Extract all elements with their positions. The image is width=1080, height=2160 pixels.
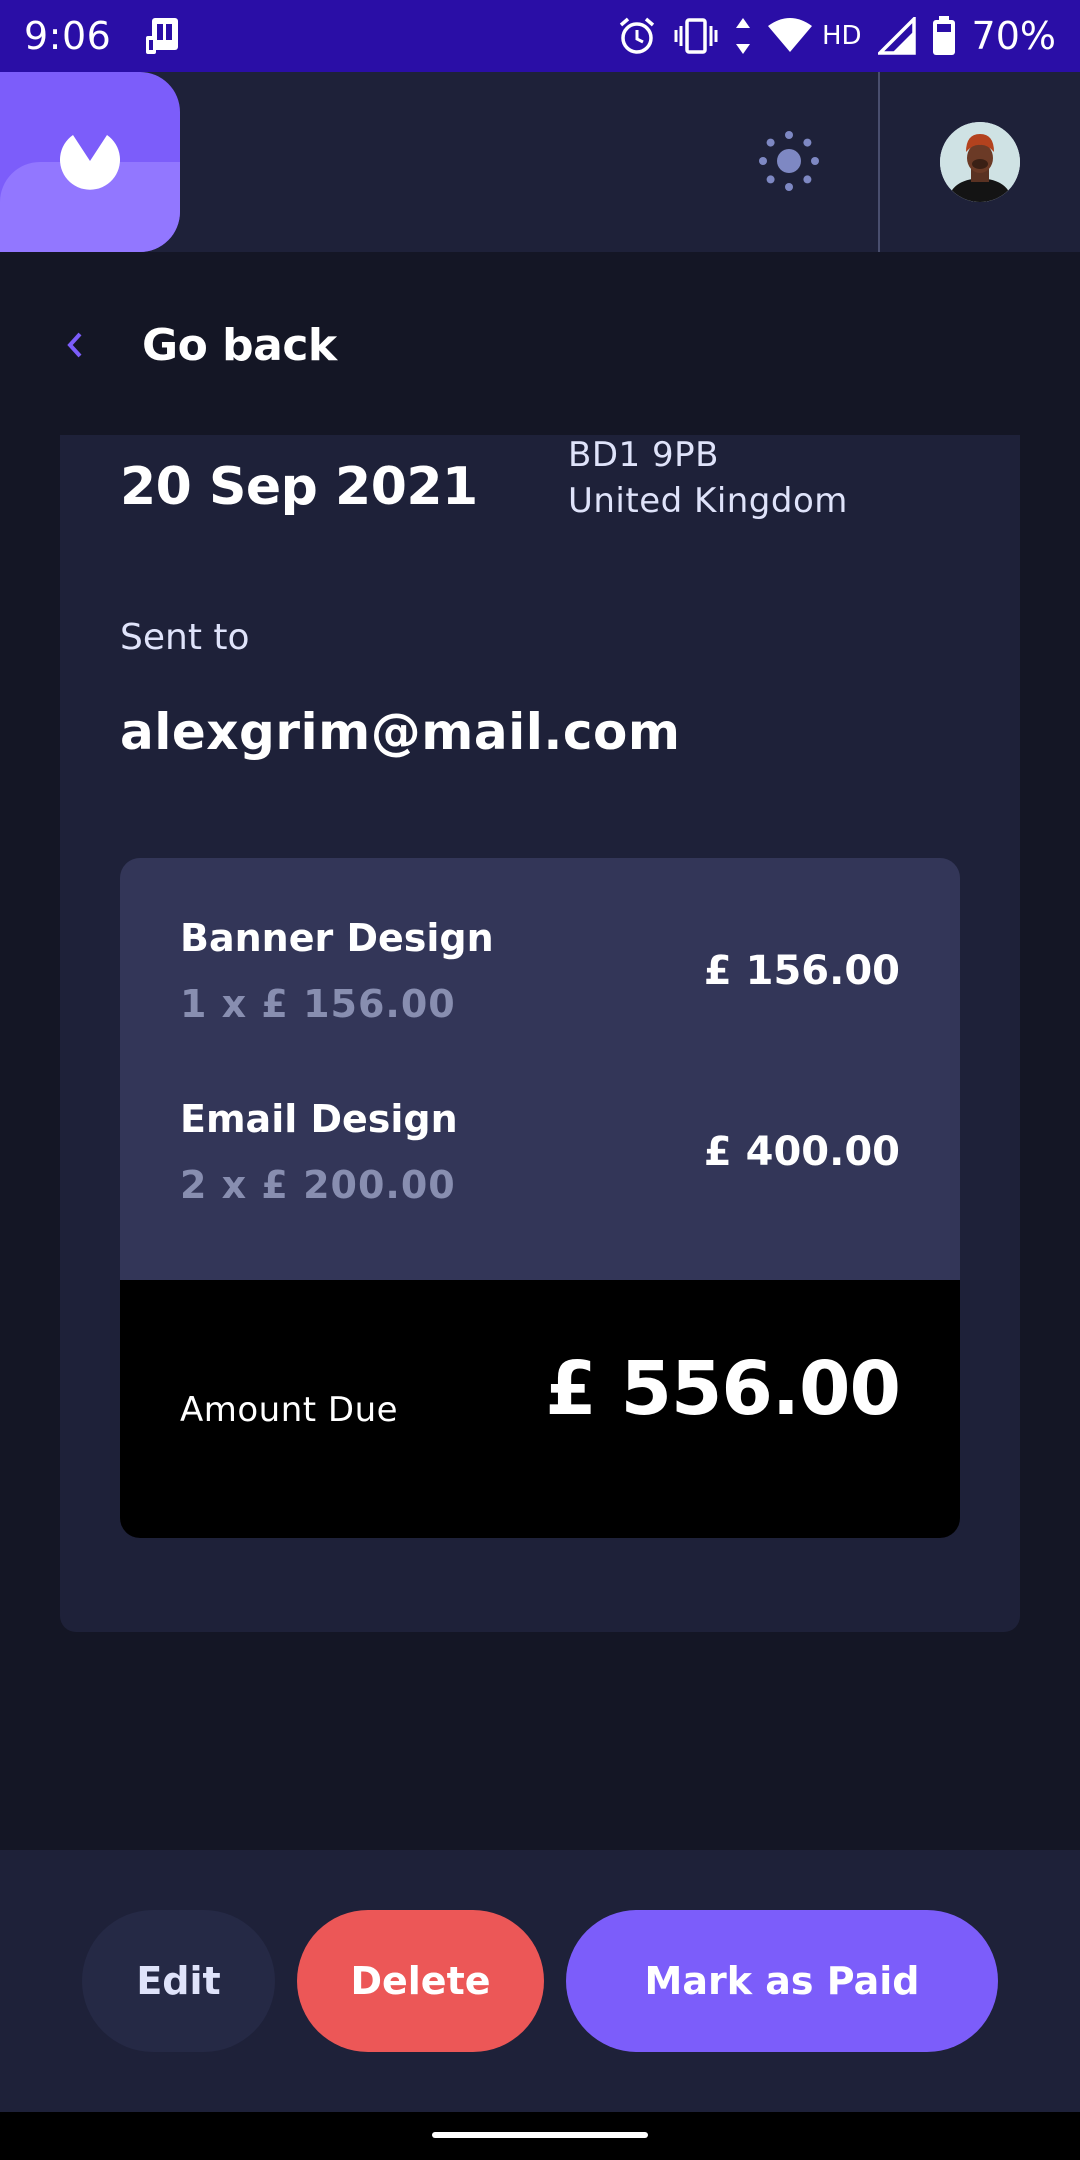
battery-percent: 70% xyxy=(971,14,1056,58)
items-list: Banner Design 1 x £ 156.00 £ 156.00 Emai… xyxy=(120,858,960,1280)
wifi-icon xyxy=(767,18,812,54)
status-bar: 9:06 HD 70% xyxy=(0,0,1080,72)
payment-due-date: 20 Sep 2021 xyxy=(120,457,478,517)
app-header xyxy=(0,72,1080,252)
action-bar: Edit Delete Mark as Paid xyxy=(0,1850,1080,2112)
item-qty-price: 2 x £ 200.00 xyxy=(180,1163,456,1207)
signal-icon xyxy=(877,17,916,55)
item-total: £ 400.00 xyxy=(703,1129,900,1175)
theme-toggle-button[interactable] xyxy=(756,128,822,194)
list-item: Banner Design 1 x £ 156.00 £ 156.00 xyxy=(180,916,900,1046)
network-type: HD xyxy=(821,21,862,51)
system-nav-bar xyxy=(0,2112,1080,2160)
logo[interactable] xyxy=(0,72,180,252)
battery-icon xyxy=(932,16,956,56)
sent-to-label: Sent to xyxy=(120,617,250,658)
client-country: United Kingdom xyxy=(568,481,848,521)
invoice-card: 20 Sep 2021 BD1 9PB United Kingdom Sent … xyxy=(60,435,1020,1632)
logo-icon xyxy=(60,135,120,190)
item-name: Email Design xyxy=(180,1097,458,1141)
status-icons: HD 70% xyxy=(616,14,1056,58)
invoice-items: Banner Design 1 x £ 156.00 £ 156.00 Emai… xyxy=(120,858,960,1538)
amount-due-bar: Amount Due £ 556.00 xyxy=(120,1280,960,1538)
item-qty-price: 1 x £ 156.00 xyxy=(180,982,456,1026)
mark-as-paid-button[interactable]: Mark as Paid xyxy=(566,1910,998,2052)
go-back-button[interactable]: Go back xyxy=(60,310,337,380)
screen-cast-icon xyxy=(141,13,187,59)
status-time: 9:06 xyxy=(24,14,112,58)
vibrate-icon xyxy=(674,16,718,56)
sent-to-email: alexgrim@mail.com xyxy=(120,703,681,761)
header-divider xyxy=(878,72,880,252)
chevron-left-icon xyxy=(60,330,90,360)
client-postcode: BD1 9PB xyxy=(568,435,719,475)
delete-button[interactable]: Delete xyxy=(297,1910,544,2052)
edit-button[interactable]: Edit xyxy=(82,1910,275,2052)
data-arrows-icon xyxy=(734,16,752,56)
sun-icon xyxy=(759,131,819,191)
amount-due-value: £ 556.00 xyxy=(545,1346,901,1432)
avatar[interactable] xyxy=(940,122,1020,202)
item-name: Banner Design xyxy=(180,916,494,960)
amount-due-label: Amount Due xyxy=(180,1390,399,1430)
home-indicator[interactable] xyxy=(432,2132,648,2138)
alarm-icon xyxy=(616,15,658,57)
go-back-label: Go back xyxy=(142,319,337,371)
list-item: Email Design 2 x £ 200.00 £ 400.00 xyxy=(180,1097,900,1227)
item-total: £ 156.00 xyxy=(703,948,900,994)
